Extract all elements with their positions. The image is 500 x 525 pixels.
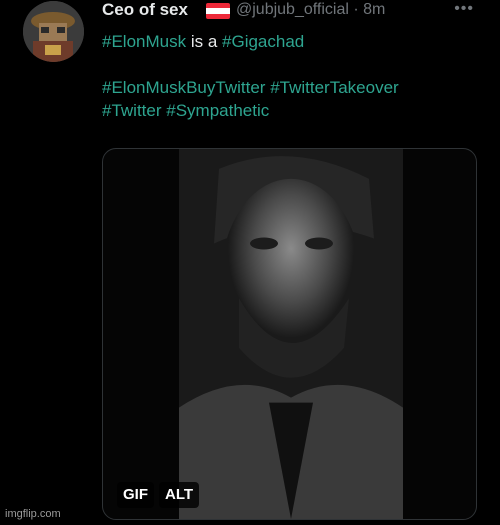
tweet-line-1: #ElonMusk is a #Gigachad bbox=[102, 30, 482, 53]
tweet-text: #ElonMusk is a #Gigachad #ElonMuskBuyTwi… bbox=[102, 30, 482, 122]
media-gif[interactable]: GIF ALT bbox=[102, 148, 477, 520]
timestamp[interactable]: 8m bbox=[363, 1, 385, 18]
watermark: imgflip.com bbox=[5, 508, 61, 520]
alt-badge[interactable]: ALT bbox=[159, 482, 200, 508]
more-icon[interactable]: ••• bbox=[454, 0, 474, 18]
tweet-line-4: #Twitter #Sympathetic bbox=[102, 99, 482, 122]
hashtag-twittertakeover[interactable]: #TwitterTakeover bbox=[270, 78, 399, 97]
separator-dot: · bbox=[353, 1, 364, 18]
tweet-plain-text: is a bbox=[186, 32, 223, 51]
austria-flag-icon bbox=[206, 3, 230, 19]
hashtag-twitter[interactable]: #Twitter bbox=[102, 101, 162, 120]
tweet-line-3: #ElonMuskBuyTwitter #TwitterTakeover bbox=[102, 76, 482, 99]
tweet-handle-time[interactable]: @jubjub_official · 8m bbox=[236, 1, 385, 19]
display-name[interactable]: Ceo of sex bbox=[102, 0, 188, 20]
hashtag-sympathetic[interactable]: #Sympathetic bbox=[166, 101, 269, 120]
hashtag-elonmusk[interactable]: #ElonMusk bbox=[102, 32, 186, 51]
handle[interactable]: @jubjub_official bbox=[236, 1, 349, 18]
hashtag-elonmuskbuytwitter[interactable]: #ElonMuskBuyTwitter bbox=[102, 78, 265, 97]
gif-image[interactable] bbox=[179, 149, 403, 519]
avatar[interactable] bbox=[23, 1, 84, 62]
gif-badge[interactable]: GIF bbox=[117, 482, 154, 508]
tweet-header: Ceo of sex @jubjub_official · 8m ••• bbox=[102, 0, 482, 24]
hashtag-gigachad[interactable]: #Gigachad bbox=[222, 32, 304, 51]
